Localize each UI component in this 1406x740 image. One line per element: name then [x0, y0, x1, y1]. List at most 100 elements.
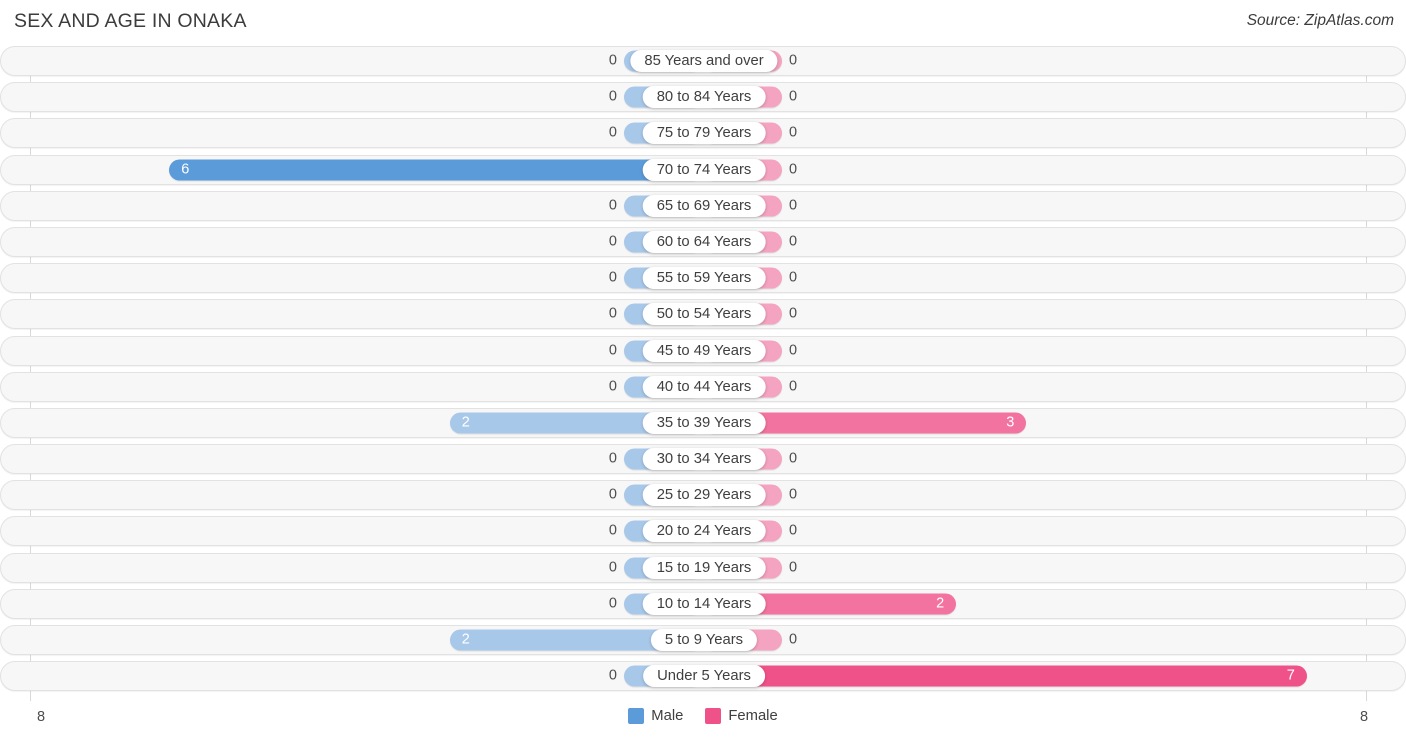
- row-inner: 0 7 Under 5 Years: [1, 662, 1405, 690]
- female-bar-group: 0: [704, 629, 1365, 651]
- table-row[interactable]: 0 0 30 to 34 Years: [0, 444, 1406, 475]
- age-group-label: 75 to 79 Years: [642, 122, 766, 145]
- age-group-label: 15 to 19 Years: [642, 556, 766, 579]
- male-color-swatch-icon: [628, 708, 645, 724]
- table-row[interactable]: 0 0 40 to 44 Years: [0, 371, 1406, 402]
- age-group-label: 50 to 54 Years: [642, 303, 766, 326]
- row-inner: 2 3 35 to 39 Years: [1, 409, 1405, 437]
- female-value-label: 0: [789, 52, 798, 69]
- male-bar-group: 0: [31, 50, 702, 72]
- male-bar-group: 0: [31, 195, 702, 217]
- table-row[interactable]: 0 0 55 to 59 Years: [0, 263, 1406, 294]
- row-inner: 0 0 50 to 54 Years: [1, 300, 1405, 328]
- male-value-label: 0: [608, 378, 617, 395]
- age-group-label: 55 to 59 Years: [642, 267, 766, 290]
- female-value-label: 0: [789, 559, 798, 576]
- legend-label-male: Male: [651, 708, 684, 724]
- age-group-label: 20 to 24 Years: [642, 520, 766, 543]
- chart-legend: Male Female: [0, 708, 1406, 724]
- row-inner: 6 0 70 to 74 Years: [1, 156, 1405, 184]
- female-value-label: 0: [789, 631, 798, 648]
- age-group-label: Under 5 Years: [643, 665, 765, 688]
- female-bar-group: 0: [704, 159, 1365, 181]
- male-bar-group: 0: [31, 484, 702, 506]
- male-value-label: 0: [608, 52, 617, 69]
- male-bar-group: 0: [31, 303, 702, 325]
- female-bar-group: 0: [704, 340, 1365, 361]
- male-bar-group: 2: [31, 412, 702, 434]
- female-value-label: 7: [1286, 667, 1295, 684]
- age-group-label: 45 to 49 Years: [642, 339, 766, 362]
- female-value-label: 2: [936, 595, 945, 612]
- row-inner: 0 0 85 Years and over: [1, 47, 1405, 75]
- population-pyramid-plot: 0 0 85 Years and over 0 0 80 to 84 Years 0 0 75 …: [0, 46, 1406, 701]
- female-bar-group: 0: [704, 231, 1365, 253]
- row-inner: 0 0 25 to 29 Years: [1, 481, 1405, 509]
- table-row[interactable]: 0 0 65 to 69 Years: [0, 190, 1406, 221]
- age-group-label: 25 to 29 Years: [642, 484, 766, 507]
- female-bar[interactable]: 7: [704, 665, 1307, 687]
- male-bar-group: 0: [31, 122, 702, 144]
- row-inner: 0 0 15 to 19 Years: [1, 554, 1405, 582]
- legend-label-female: Female: [728, 708, 778, 724]
- female-bar-group: 0: [704, 557, 1365, 579]
- age-group-label: 5 to 9 Years: [650, 629, 758, 651]
- age-group-label: 70 to 74 Years: [642, 158, 766, 181]
- male-bar[interactable]: 6: [169, 159, 702, 181]
- row-inner: 0 0 60 to 64 Years: [1, 228, 1405, 256]
- male-bar-group: 0: [31, 593, 702, 615]
- table-row[interactable]: 0 7 Under 5 Years: [0, 661, 1406, 692]
- female-bar-group: 0: [704, 267, 1365, 289]
- male-bar-group: 0: [31, 231, 702, 253]
- age-group-rows: 0 0 85 Years and over 0 0 80 to 84 Years 0 0 75 …: [0, 46, 1406, 697]
- female-bar-group: 0: [704, 484, 1365, 506]
- female-bar-group: 0: [704, 520, 1365, 542]
- row-inner: 0 0 45 to 49 Years: [1, 337, 1405, 365]
- row-inner: 0 0 75 to 79 Years: [1, 119, 1405, 147]
- male-value-label: 0: [608, 233, 617, 250]
- table-row[interactable]: 0 0 80 to 84 Years: [0, 82, 1406, 113]
- female-value-label: 3: [1006, 414, 1015, 431]
- table-row[interactable]: 2 3 35 to 39 Years: [0, 407, 1406, 438]
- female-bar-group: 0: [704, 303, 1365, 325]
- male-bar-group: 2: [31, 629, 702, 651]
- male-value-label: 0: [608, 522, 617, 539]
- row-inner: 0 2 10 to 14 Years: [1, 590, 1405, 618]
- source-attribution: Source: ZipAtlas.com: [1246, 12, 1394, 29]
- table-row[interactable]: 0 0 15 to 19 Years: [0, 552, 1406, 583]
- legend-item-female[interactable]: Female: [705, 708, 778, 724]
- table-row[interactable]: 0 2 10 to 14 Years: [0, 588, 1406, 619]
- chart-footer: 8 8 Male Female: [0, 701, 1406, 740]
- table-row[interactable]: 0 0 60 to 64 Years: [0, 226, 1406, 257]
- female-bar-group: 0: [704, 122, 1365, 144]
- table-row[interactable]: 0 0 75 to 79 Years: [0, 118, 1406, 149]
- table-row[interactable]: 0 0 25 to 29 Years: [0, 480, 1406, 511]
- row-inner: 0 0 65 to 69 Years: [1, 192, 1405, 220]
- female-value-label: 0: [789, 233, 798, 250]
- row-inner: 2 0 5 to 9 Years: [1, 626, 1405, 654]
- legend-item-male[interactable]: Male: [628, 708, 683, 724]
- female-value-label: 0: [789, 522, 798, 539]
- male-value-label: 0: [608, 88, 617, 105]
- table-row[interactable]: 0 0 45 to 49 Years: [0, 335, 1406, 366]
- table-row[interactable]: 6 0 70 to 74 Years: [0, 154, 1406, 185]
- male-value-label: 2: [461, 414, 470, 431]
- female-bar-group: 0: [704, 86, 1365, 108]
- table-row[interactable]: 0 0 50 to 54 Years: [0, 299, 1406, 330]
- female-value-label: 0: [789, 486, 798, 503]
- table-row[interactable]: 0 0 20 to 24 Years: [0, 516, 1406, 547]
- female-bar-group: 0: [704, 376, 1365, 398]
- male-bar-group: 0: [31, 448, 702, 470]
- table-row[interactable]: 0 0 85 Years and over: [0, 46, 1406, 76]
- male-value-label: 2: [461, 631, 470, 648]
- male-value-label: 0: [608, 559, 617, 576]
- female-bar-group: 2: [704, 593, 1365, 615]
- page-title: SEX AND AGE IN ONAKA: [14, 10, 247, 32]
- table-row[interactable]: 2 0 5 to 9 Years: [0, 625, 1406, 655]
- row-inner: 0 0 80 to 84 Years: [1, 83, 1405, 111]
- male-value-label: 0: [608, 342, 617, 358]
- row-inner: 0 0 55 to 59 Years: [1, 264, 1405, 292]
- female-color-swatch-icon: [705, 708, 722, 724]
- age-group-label: 65 to 69 Years: [642, 194, 766, 217]
- female-value-label: 0: [789, 269, 798, 286]
